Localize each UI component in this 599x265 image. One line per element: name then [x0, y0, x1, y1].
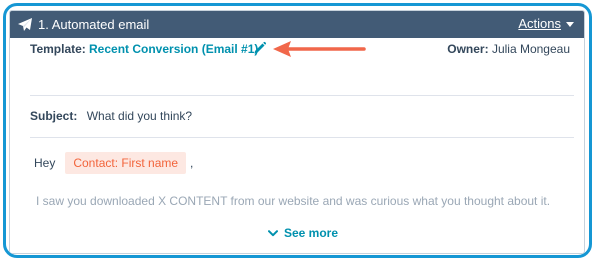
- subject-label: Subject:: [30, 109, 78, 123]
- personalization-token[interactable]: Contact: First name: [65, 152, 187, 174]
- automated-email-card: 1. Automated email Actions Template: Rec…: [9, 10, 585, 254]
- pencil-icon[interactable]: [253, 41, 267, 55]
- highlight-frame: 1. Automated email Actions Template: Rec…: [3, 3, 592, 258]
- divider: [30, 95, 574, 96]
- paper-plane-icon: [18, 18, 32, 31]
- email-greeting: Hey Contact: First name ,: [34, 152, 193, 174]
- actions-label[interactable]: Actions: [518, 16, 561, 32]
- chevron-down-icon[interactable]: [268, 229, 278, 237]
- arrow-left-icon: [273, 41, 366, 57]
- see-more-label[interactable]: See more: [284, 226, 338, 240]
- actions-dropdown[interactable]: Actions: [518, 16, 574, 32]
- template-link[interactable]: Recent Conversion (Email #1): [89, 42, 258, 56]
- subject-value: What did you think?: [86, 109, 193, 123]
- template-label: Template:: [30, 42, 86, 56]
- divider: [30, 137, 574, 138]
- greeting-comma: ,: [190, 156, 194, 170]
- email-preview-text: I saw you downloaded X CONTENT from our …: [36, 194, 551, 208]
- card-title: 1. Automated email: [38, 17, 150, 32]
- card-header: 1. Automated email Actions: [10, 11, 584, 38]
- owner-field: Owner: Julia Mongeau: [447, 42, 570, 56]
- caret-down-icon[interactable]: [566, 21, 574, 27]
- see-more-button[interactable]: See more: [268, 226, 338, 240]
- greeting-text: Hey: [34, 156, 56, 170]
- owner-name: Julia Mongeau: [491, 42, 570, 56]
- subject-field: Subject: What did you think?: [30, 109, 192, 123]
- owner-label: Owner:: [447, 42, 489, 56]
